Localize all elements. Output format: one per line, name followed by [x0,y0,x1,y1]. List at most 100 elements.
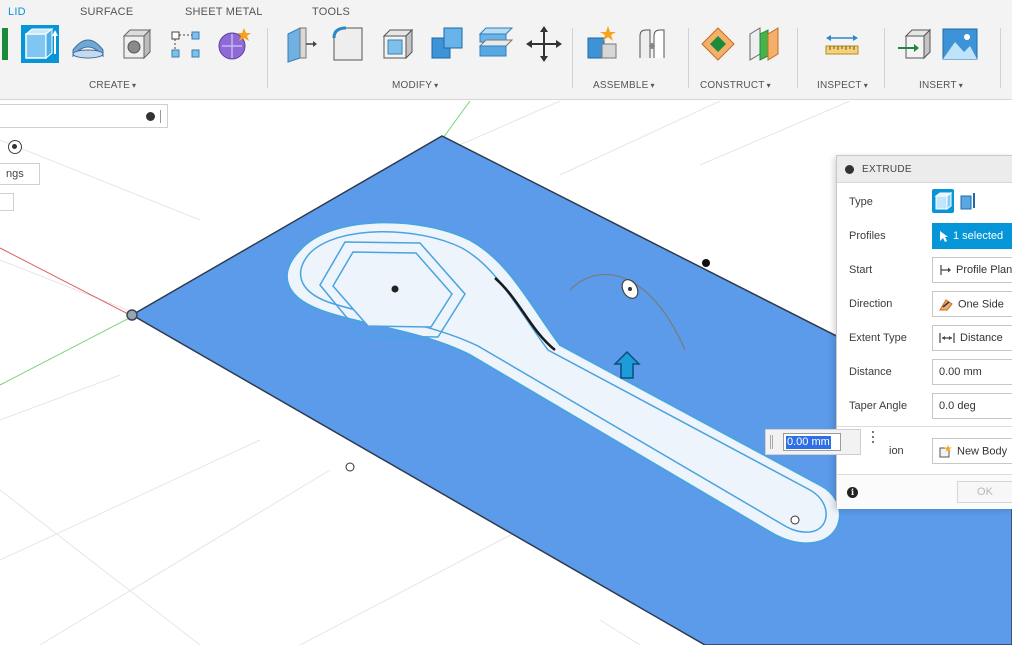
direction-dropdown[interactable]: One Side [932,291,1012,317]
toolbar-separator [688,28,689,88]
collapse-icon[interactable] [845,165,854,174]
distance-input-value: 0.00 mm [786,436,831,449]
create-form-icon[interactable] [214,24,254,64]
profiles-value: 1 selected [953,230,1004,242]
tab-surface[interactable]: SURFACE [80,6,133,18]
toolbar-separator [267,28,268,88]
press-pull-icon[interactable] [280,24,320,64]
revolve-icon[interactable] [68,24,108,64]
modify-menu[interactable]: MODIFY ▾ [392,80,438,91]
extent-type-row: Extent Type Distance [837,321,1012,355]
drag-handle[interactable] [770,435,773,449]
extrude-icon[interactable] [20,24,60,64]
browser-panel-header[interactable] [0,104,168,128]
document-settings-item[interactable]: ngs [0,163,40,185]
split-body-icon[interactable] [476,24,516,64]
start-value: Profile Plane [956,264,1012,276]
type-label: Type [849,196,873,208]
type-row: Type [837,185,1012,219]
combine-icon[interactable] [428,24,468,64]
construct-menu[interactable]: CONSTRUCT ▾ [700,80,771,91]
taper-handle-dot [628,287,632,291]
profiles-label: Profiles [849,230,886,242]
dialog-title: EXTRUDE [862,164,912,175]
direction-value: One Side [958,298,1004,311]
origin-point[interactable] [126,309,138,321]
x-axis [0,247,131,316]
radio-button[interactable] [8,140,22,154]
taper-angle-label: Taper Angle [849,400,908,412]
one-side-icon [939,299,953,311]
move-icon[interactable] [524,24,564,64]
toolbar-separator [1000,28,1001,88]
assemble-menu[interactable]: ASSEMBLE ▾ [593,80,655,91]
distance-row: Distance 0.00 mm [837,355,1012,389]
hole-icon[interactable] [116,24,156,64]
toolbar-separator [884,28,885,88]
panel-divider [160,110,161,123]
operation-dropdown[interactable]: New Body [932,438,1012,464]
taper-angle-field[interactable]: 0.0 deg [932,393,1012,419]
distance-value: 0.00 mm [939,366,982,378]
distance-field[interactable]: 0.00 mm [932,359,1012,385]
dialog-header[interactable]: EXTRUDE [837,156,1012,183]
taper-angle-value: 0.0 deg [939,400,976,412]
shell-icon[interactable] [378,24,418,64]
distance-icon [939,333,955,344]
measure-icon[interactable] [822,24,862,64]
extent-type-dropdown[interactable]: Distance [932,325,1012,351]
extent-type-label: Extent Type [849,332,907,344]
dialog-footer: i OK [837,474,1012,509]
profiles-selector[interactable]: 1 selected [932,223,1012,249]
settings-label: ngs [6,168,24,180]
cursor-arrow-icon [940,231,948,242]
thin-extrude-icon[interactable] [958,189,980,213]
operation-label: ion [889,445,904,457]
tab-tools[interactable]: TOOLS [312,6,350,18]
new-body-icon [939,445,952,458]
sketch-point[interactable] [345,462,355,472]
pattern-icon[interactable] [166,24,206,64]
toolbar-separator [572,28,573,88]
ok-button[interactable]: OK [957,481,1012,503]
sketch-point[interactable] [790,515,800,525]
start-row: Start Profile Plane [837,253,1012,287]
tab-lid[interactable]: LID [8,6,26,18]
taper-angle-row: Taper Angle 0.0 deg [837,389,1012,423]
tab-sheet-metal[interactable]: SHEET METAL [185,6,263,18]
center-point[interactable] [391,285,399,293]
distance-input[interactable]: 0.00 mm [783,433,841,451]
browser-item[interactable] [0,193,14,211]
joint-icon[interactable] [632,24,672,64]
offset-plane-icon[interactable] [698,24,738,64]
distance-label: Distance [849,366,892,378]
info-icon[interactable]: i [847,487,858,498]
dialog-divider [837,426,1012,427]
extrude-dialog: EXTRUDE Type Profiles 1 selected Start P… [836,155,1012,509]
operation-value: New Body [957,445,1008,458]
solid-extrude-icon[interactable] [932,189,954,213]
sketch-point[interactable] [702,259,710,267]
profile-plane-icon [940,265,951,276]
create-menu[interactable]: CREATE ▾ [89,80,136,91]
operation-row: ion New Body [837,434,1012,468]
distance-input-overlay: 0.00 mm [765,429,861,455]
start-dropdown[interactable]: Profile Plane [932,257,1012,283]
z-axis [0,314,136,386]
more-options-icon[interactable] [870,431,876,449]
profiles-row: Profiles 1 selected [837,219,1012,253]
insert-derive-icon[interactable] [896,24,936,64]
direction-row: Direction One Side [837,287,1012,321]
direction-label: Direction [849,298,893,310]
midplane-icon[interactable] [744,24,784,64]
collapse-icon[interactable] [146,112,155,121]
toolbar-separator [797,28,798,88]
insert-menu[interactable]: INSERT ▾ [919,80,963,91]
toolbar: LID SURFACE SHEET METAL TOOLS CREATE ▾ M… [0,0,1012,100]
fillet-icon[interactable] [328,24,368,64]
start-label: Start [849,264,873,276]
inspect-menu[interactable]: INSPECT ▾ [817,80,868,91]
extent-type-value: Distance [960,332,1003,344]
new-component-icon[interactable] [584,24,624,64]
canvas-image-icon[interactable] [940,24,980,64]
